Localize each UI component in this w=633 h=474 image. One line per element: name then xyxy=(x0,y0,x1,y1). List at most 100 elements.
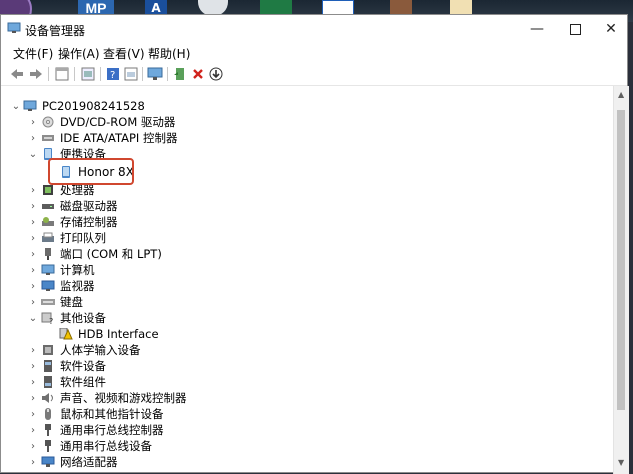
chevron-right-icon[interactable]: › xyxy=(28,278,38,294)
storage-icon xyxy=(42,217,54,226)
tree-item-label: 键盘 xyxy=(60,295,83,309)
menu-bar: 文件(F) 操作(A) 查看(V) 帮助(H) xyxy=(1,43,627,63)
chevron-right-icon[interactable]: › xyxy=(28,198,38,214)
chevron-right-icon[interactable]: › xyxy=(28,406,38,422)
chevron-right-icon[interactable]: › xyxy=(28,438,38,454)
chevron-right-icon[interactable]: › xyxy=(28,422,38,438)
minimize-button[interactable]: — xyxy=(523,19,551,39)
help-icon[interactable]: ? xyxy=(105,66,121,82)
chevron-right-icon[interactable]: › xyxy=(28,342,38,358)
chevron-down-icon[interactable]: ⌄ xyxy=(28,146,38,162)
scrollbar-thumb[interactable] xyxy=(617,110,625,410)
menu-view[interactable]: 查看(V) xyxy=(103,45,145,62)
toolbar-separator xyxy=(48,67,49,81)
tree-item-storage[interactable]: 存储控制器 xyxy=(41,214,118,230)
usb-device-icon xyxy=(45,440,51,452)
tree-item-label: 磁盘驱动器 xyxy=(60,199,118,213)
chevron-right-icon[interactable]: › xyxy=(28,182,38,198)
tree-item-usb-controller[interactable]: 通用串行总线控制器 xyxy=(41,422,164,438)
monitor-icon xyxy=(41,280,55,291)
chevron-right-icon[interactable]: › xyxy=(28,246,38,262)
tree-item-label: HDB Interface xyxy=(78,327,159,341)
tree-item-label: 软件组件 xyxy=(60,375,106,389)
chevron-down-icon[interactable]: ⌄ xyxy=(28,310,38,326)
tree-item-dvd[interactable]: DVD/CD-ROM 驱动器 xyxy=(41,114,175,130)
highlight-annotation xyxy=(48,158,134,185)
chevron-right-icon[interactable]: › xyxy=(28,374,38,390)
chevron-right-icon[interactable]: › xyxy=(28,294,38,310)
tree-item-disk[interactable]: 磁盘驱动器 xyxy=(41,198,118,214)
tree-item-ide[interactable]: IDE ATA/ATAPI 控制器 xyxy=(41,130,177,146)
tree-item-sound[interactable]: 声音、视频和游戏控制器 xyxy=(41,390,187,406)
maximize-button[interactable] xyxy=(561,19,589,39)
tree-item-monitor[interactable]: 监视器 xyxy=(41,278,95,294)
chevron-right-icon[interactable]: › xyxy=(28,358,38,374)
tree-item-hid[interactable]: 人体学输入设备 xyxy=(41,342,141,358)
tree-item-label: IDE ATA/ATAPI 控制器 xyxy=(60,131,178,145)
toolbar-separator xyxy=(100,67,101,81)
chevron-right-icon[interactable]: › xyxy=(28,262,38,278)
tree-item-mouse[interactable]: 鼠标和其他指针设备 xyxy=(41,406,164,422)
unknown-device-icon xyxy=(59,328,73,340)
software-device-icon xyxy=(44,360,52,372)
printer-icon xyxy=(42,232,54,242)
menu-action[interactable]: 操作(A) xyxy=(58,45,100,62)
hid-icon xyxy=(43,345,53,355)
update-driver-icon[interactable] xyxy=(172,66,188,82)
properties-pane-icon[interactable] xyxy=(54,66,70,82)
tree-item-port[interactable]: 端口 (COM 和 LPT) xyxy=(41,246,162,262)
computer-icon xyxy=(41,264,55,275)
close-button[interactable]: ✕ xyxy=(597,19,625,39)
device-manager-window: 设备管理器 — ✕ 文件(F) 操作(A) 查看(V) 帮助(H) ? ⌄ PC… xyxy=(0,14,629,474)
chevron-right-icon[interactable]: › xyxy=(28,114,38,130)
dvd-icon xyxy=(42,116,54,128)
tree-item-label: 监视器 xyxy=(60,279,95,293)
back-icon[interactable] xyxy=(9,66,25,82)
tree-root-label: PC201908241528 xyxy=(42,99,145,113)
tree-item-software-component[interactable]: 软件组件 xyxy=(41,374,106,390)
cpu-icon xyxy=(43,185,53,195)
tree-item-label: 通用串行总线控制器 xyxy=(60,423,164,437)
view-pane-icon[interactable] xyxy=(123,66,139,82)
chevron-right-icon[interactable]: › xyxy=(28,130,38,146)
scroll-down-icon[interactable]: ▼ xyxy=(618,458,624,467)
tree-item-network[interactable]: 网络适配器 xyxy=(41,454,118,470)
tree-item-other[interactable]: ? 其他设备 xyxy=(41,310,106,326)
title-bar[interactable]: 设备管理器 — ✕ xyxy=(1,15,627,43)
scroll-up-icon[interactable]: ▲ xyxy=(618,90,624,99)
chevron-right-icon[interactable]: › xyxy=(28,454,38,470)
tree-item-usb-device[interactable]: 通用串行总线设备 xyxy=(41,438,152,454)
tree-item-computer[interactable]: 计算机 xyxy=(41,262,95,278)
tree-item-label: 人体学输入设备 xyxy=(60,343,141,357)
toolbar: ? xyxy=(1,63,627,86)
mouse-icon xyxy=(45,408,51,420)
chevron-right-icon[interactable]: › xyxy=(28,214,38,230)
device-tree: ⌄ PC201908241528 › DVD/CD-ROM 驱动器 › IDE … xyxy=(1,86,613,474)
vertical-scrollbar[interactable]: ▲ ▼ xyxy=(613,86,629,474)
chevron-down-icon[interactable]: ⌄ xyxy=(11,98,21,114)
tree-item-label: 软件设备 xyxy=(60,359,106,373)
uninstall-icon[interactable] xyxy=(190,66,206,82)
menu-file[interactable]: 文件(F) xyxy=(13,45,53,62)
chevron-right-icon[interactable]: › xyxy=(28,230,38,246)
tree-item-label: 打印队列 xyxy=(60,231,106,245)
scan-hardware-icon[interactable] xyxy=(147,66,163,82)
tree-item-hdb[interactable]: HDB Interface xyxy=(59,326,159,342)
ide-icon xyxy=(42,135,54,141)
tree-item-label: 计算机 xyxy=(60,263,95,277)
download-icon[interactable] xyxy=(208,66,224,82)
tree-item-software-device[interactable]: 软件设备 xyxy=(41,358,106,374)
forward-icon[interactable] xyxy=(28,66,44,82)
tree-item-label: 其他设备 xyxy=(60,311,106,325)
chevron-right-icon[interactable]: › xyxy=(28,390,38,406)
window-title: 设备管理器 xyxy=(25,24,86,38)
show-hidden-icon[interactable] xyxy=(80,66,96,82)
tree-item-label: 鼠标和其他指针设备 xyxy=(60,407,164,421)
tree-root[interactable]: PC201908241528 xyxy=(23,98,145,114)
toolbar-separator xyxy=(74,67,75,81)
tree-item-keyboard[interactable]: 键盘 xyxy=(41,294,83,310)
tree-item-printer[interactable]: 打印队列 xyxy=(41,230,106,246)
other-device-icon: ? xyxy=(41,312,53,324)
tree-item-label: 端口 (COM 和 LPT) xyxy=(60,247,162,261)
menu-help[interactable]: 帮助(H) xyxy=(148,45,190,62)
